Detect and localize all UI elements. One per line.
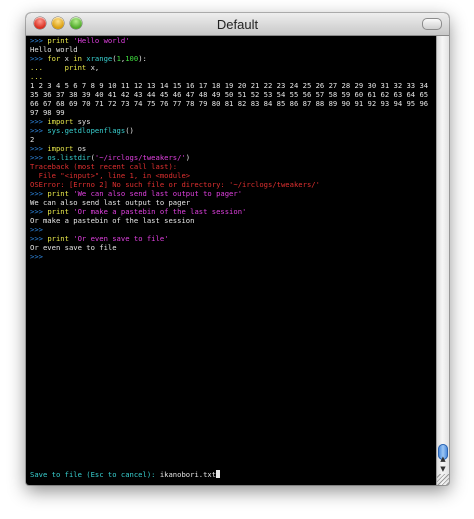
save-prompt[interactable]: Save to file (Esc to cancel): ikanobori.… — [30, 470, 221, 479]
terminal-token: >>> — [30, 117, 48, 126]
terminal-line: 2 — [30, 135, 435, 144]
terminal-token: We can also send last output to pager — [30, 198, 191, 207]
terminal-token: >>> — [30, 252, 43, 261]
terminal-token: os — [77, 144, 87, 153]
window-title: Default — [216, 17, 259, 32]
terminal-token: Traceback (most recent call last): — [30, 162, 178, 171]
terminal-token: 100 — [125, 54, 139, 63]
terminal-token: ) — [185, 153, 191, 162]
terminal-token: 1 2 3 4 5 6 7 8 9 10 11 12 13 14 15 16 1… — [30, 81, 433, 117]
terminal-token: File "<input>", line 1, in <module> — [30, 171, 191, 180]
terminal-line: We can also send last output to pager — [30, 198, 435, 207]
terminal-line: Or even save to file — [30, 243, 435, 252]
title-bar[interactable]: Default — [26, 13, 449, 36]
terminal-line: >>> sys.getdlopenflags() — [30, 126, 435, 135]
toolbar-toggle-button[interactable] — [422, 18, 442, 30]
terminal-token: Or even save to file — [30, 243, 117, 252]
terminal-token: for — [47, 54, 65, 63]
terminal-line: >>> import sys — [30, 117, 435, 126]
terminal-line: >>> print 'Or make a pastebin of the las… — [30, 207, 435, 216]
terminal-line: Traceback (most recent call last): — [30, 162, 435, 171]
terminal-token: '~/irclogs/tweakers/' — [94, 153, 186, 162]
terminal-token: sys — [77, 117, 91, 126]
terminal-token: in — [73, 54, 87, 63]
terminal-line: File "<input>", line 1, in <module> — [30, 171, 435, 180]
terminal-line: >>> print 'Or even save to file' — [30, 234, 435, 243]
terminal-token: import — [47, 117, 78, 126]
terminal-token: 'We can also send last output to pager' — [73, 189, 243, 198]
terminal-window: Default >>> print 'Hello world' Hello wor… — [26, 13, 449, 485]
terminal-token: ... — [30, 63, 65, 72]
terminal-token: ): — [138, 54, 147, 63]
terminal-line: OSError: [Errno 2] No such file or direc… — [30, 180, 435, 189]
terminal-token: >>> — [30, 234, 48, 243]
terminal-token: print — [64, 63, 91, 72]
terminal-token: >>> — [30, 54, 48, 63]
save-prompt-label: Save to file (Esc to cancel): — [30, 470, 160, 479]
vertical-scrollbar[interactable]: ▲ ▼ — [436, 36, 449, 485]
terminal-token: print — [47, 207, 74, 216]
terminal-line: >>> for x in xrange(1,100): — [30, 54, 435, 63]
save-filename-input[interactable]: ikanobori.txt — [160, 470, 216, 479]
terminal-line: 1 2 3 4 5 6 7 8 9 10 11 12 13 14 15 16 1… — [30, 81, 435, 117]
scroll-up-arrow-icon[interactable]: ▲ — [437, 454, 449, 464]
terminal-line: >>> import os — [30, 144, 435, 153]
scroll-down-arrow-icon[interactable]: ▼ — [437, 464, 449, 474]
terminal-token: Or make a pastebin of the last session — [30, 216, 195, 225]
terminal-token: >>> — [30, 207, 48, 216]
terminal-token: OSError: [Errno 2] No such file or direc… — [30, 180, 320, 189]
terminal-output[interactable]: >>> print 'Hello world' Hello world >>> fo… — [30, 36, 435, 481]
terminal-line: >>> print 'We can also send last output … — [30, 189, 435, 198]
terminal-token: >>> — [30, 36, 48, 45]
terminal-token: x — [64, 54, 74, 63]
terminal-token: >>> — [30, 225, 43, 234]
terminal-line: >>> print 'Hello world' — [30, 36, 435, 45]
terminal-token: import — [47, 144, 78, 153]
terminal-line: Hello world — [30, 45, 435, 54]
terminal-token: >>> — [30, 144, 48, 153]
terminal-token: x, — [90, 63, 100, 72]
terminal-token: 'Or even save to file' — [73, 234, 169, 243]
terminal-line: Or make a pastebin of the last session — [30, 216, 435, 225]
terminal-line: ... print x, — [30, 63, 435, 72]
terminal-token: sys.getdlopenflags — [47, 126, 126, 135]
terminal-token: print — [47, 189, 74, 198]
terminal-token: >>> — [30, 126, 48, 135]
terminal-line: >>> os.listdir('~/irclogs/tweakers/') — [30, 153, 435, 162]
terminal-token: print — [47, 234, 74, 243]
resize-grip-icon[interactable] — [437, 474, 449, 485]
terminal-token: xrange — [86, 54, 113, 63]
terminal-token: os.listdir — [47, 153, 91, 162]
terminal-token: () — [125, 126, 134, 135]
terminal-token: 'Hello world' — [73, 36, 130, 45]
terminal-line: ... — [30, 72, 435, 81]
terminal-token: ... — [30, 72, 43, 81]
terminal-line: >>> — [30, 225, 435, 234]
terminal-token: >>> — [30, 153, 48, 162]
terminal-token: >>> — [30, 189, 48, 198]
terminal-token: print — [47, 36, 74, 45]
terminal-token: Hello world — [30, 45, 78, 54]
terminal-token: 'Or make a pastebin of the last session' — [73, 207, 247, 216]
terminal-line: >>> — [30, 252, 435, 261]
text-cursor — [216, 470, 221, 478]
terminal-token: 2 — [30, 135, 35, 144]
